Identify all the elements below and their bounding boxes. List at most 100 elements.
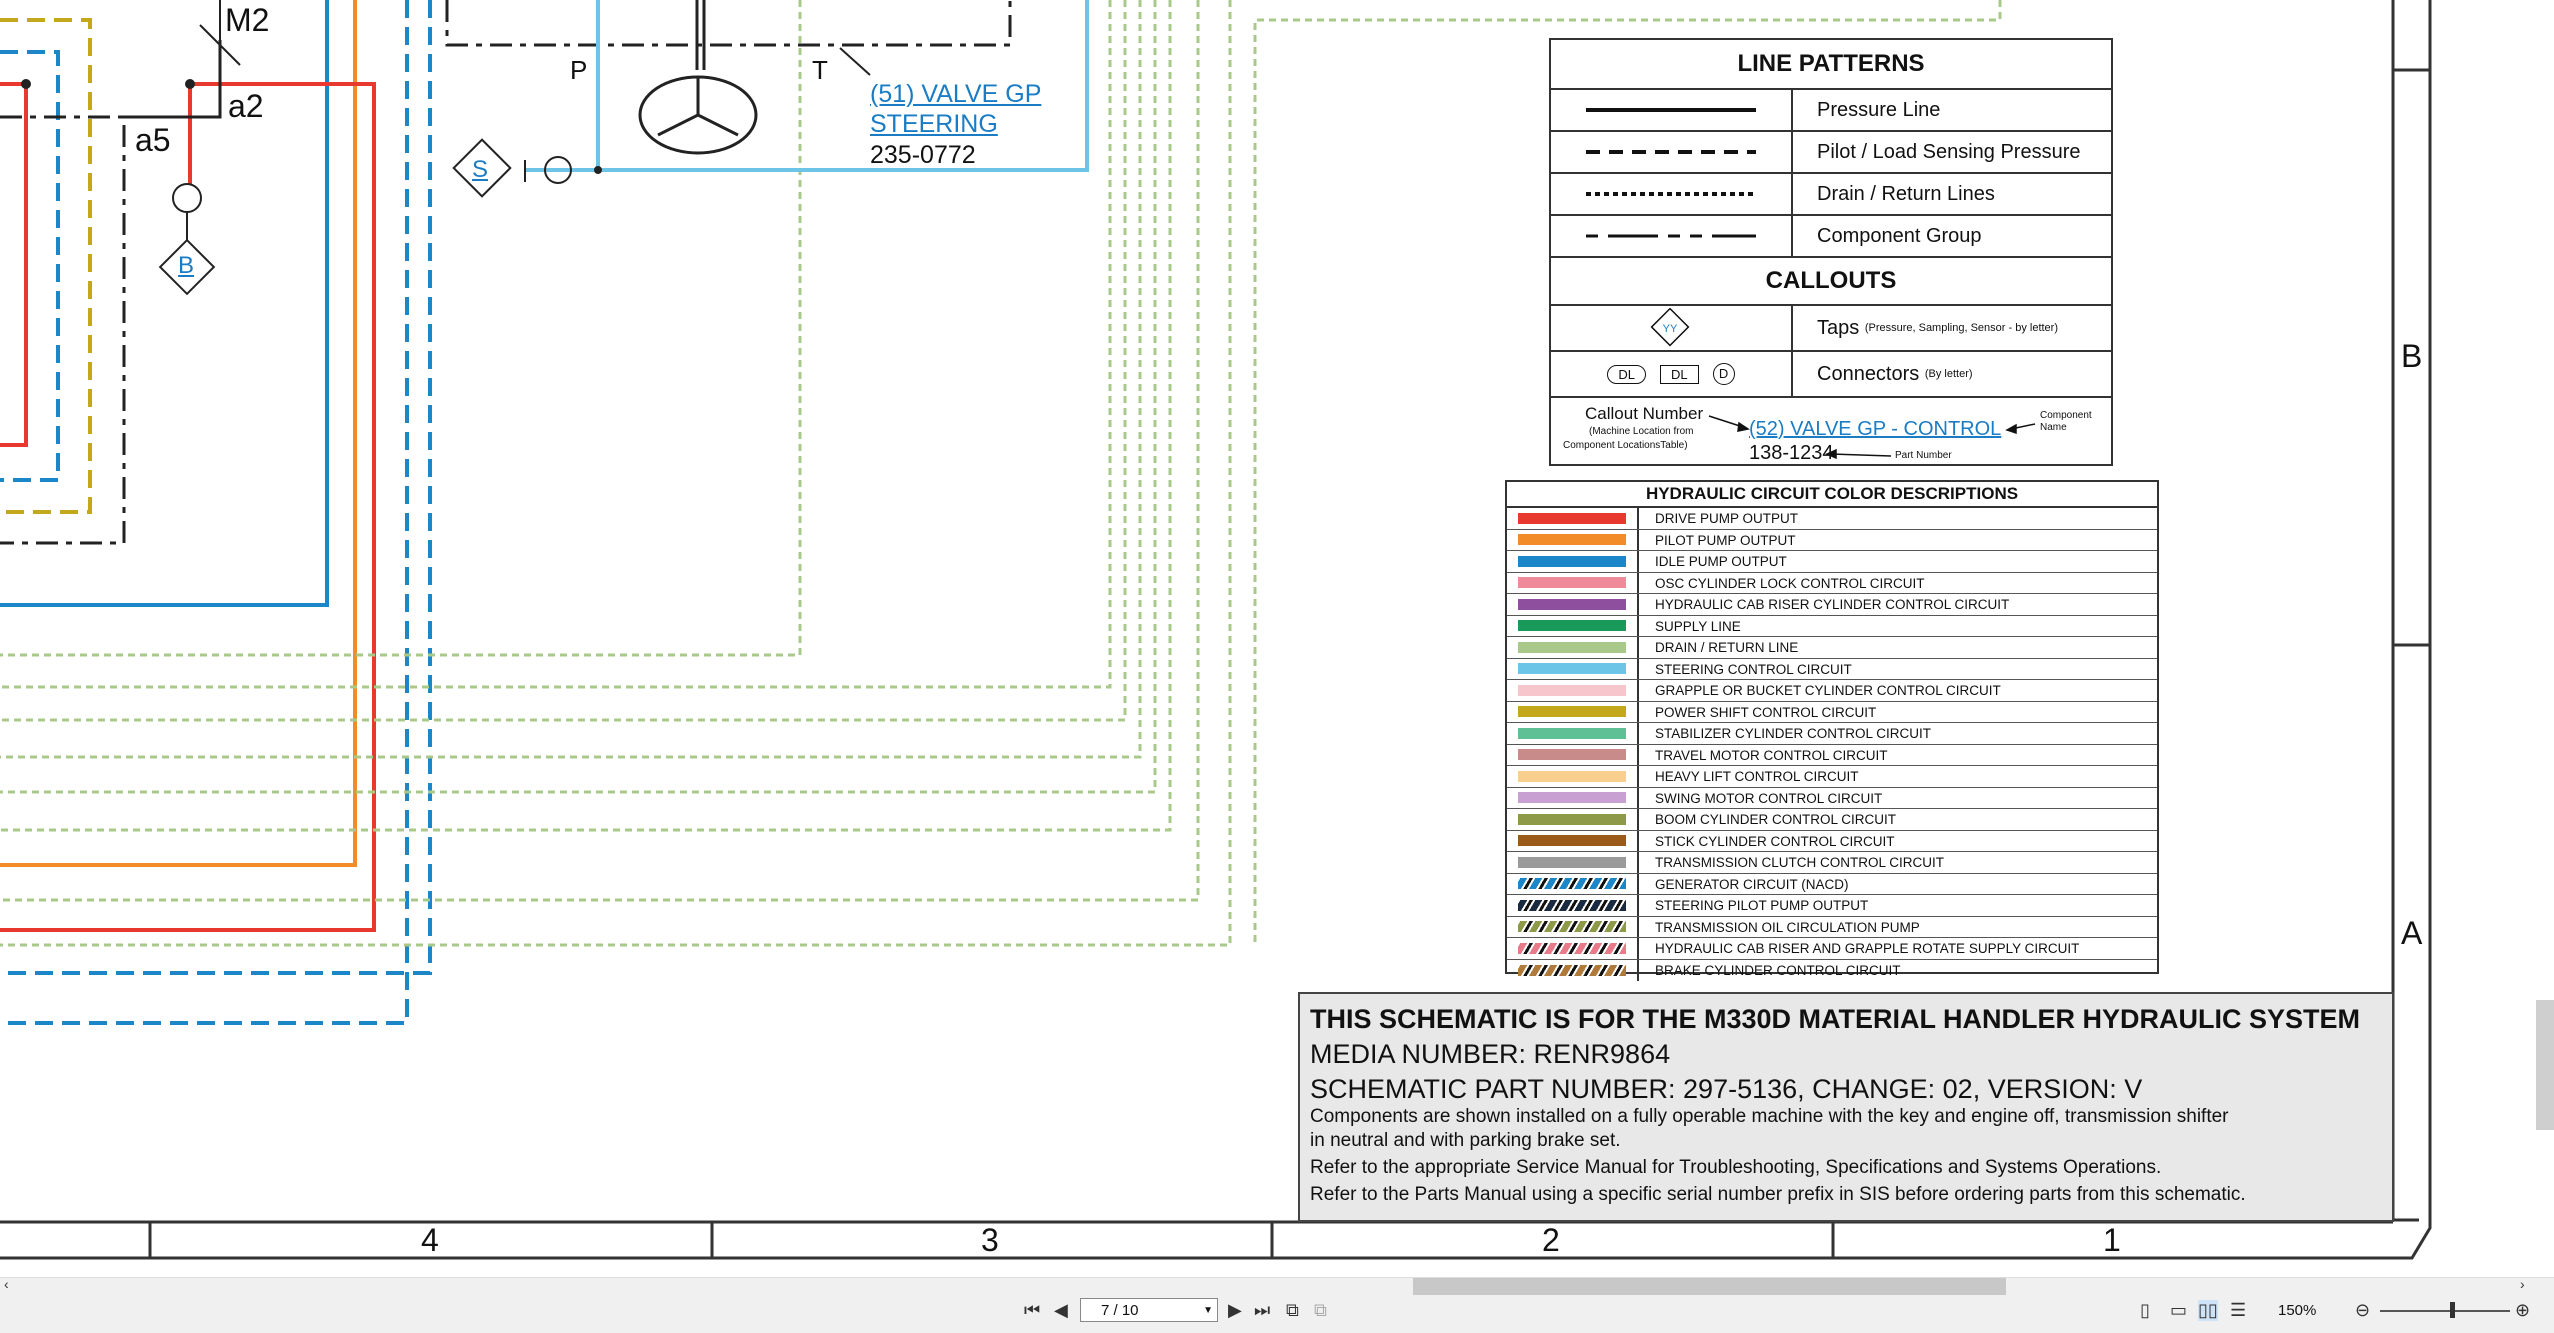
color-swatch <box>1518 792 1626 804</box>
color-label: IDLE PUMP OUTPUT <box>1655 554 1787 569</box>
lp-row-pilot: Pilot / Load Sensing Pressure <box>1551 132 2111 174</box>
color-label: HYDRAULIC CAB RISER CYLINDER CONTROL CIR… <box>1655 597 2010 612</box>
color-row: HYDRAULIC CAB RISER CYLINDER CONTROL CIR… <box>1507 594 2157 616</box>
lp-row-taps: YY Taps (Pressure, Sampling, Sensor - by… <box>1551 306 2111 352</box>
page-number-field[interactable]: 7 / 10 ▼ <box>1080 1298 1218 1322</box>
lp-row-connectors: DL DL D Connectors (By letter) <box>1551 352 2111 398</box>
color-row: OSC CYLINDER LOCK CONTROL CIRCUIT <box>1507 572 2157 594</box>
color-swatch <box>1518 641 1626 653</box>
schematic-title: THIS SCHEMATIC IS FOR THE M330D MATERIAL… <box>1310 1004 2361 1034</box>
color-label: BOOM CYLINDER CONTROL CIRCUIT <box>1655 812 1897 827</box>
title-note: in neutral and with parking brake set. <box>1310 1130 1621 1151</box>
color-label: STEERING CONTROL CIRCUIT <box>1655 661 1852 677</box>
color-label: PILOT PUMP OUTPUT <box>1655 532 1796 548</box>
color-swatch-cell <box>1507 658 1639 679</box>
first-page-icon[interactable]: ⏮ <box>1024 1300 1040 1321</box>
color-label: TRANSMISSION OIL CIRCULATION PUMP <box>1655 919 1920 935</box>
color-label: TRANSMISSION CLUTCH CONTROL CIRCUIT <box>1655 855 1945 870</box>
color-label: GENERATOR CIRCUIT (NACD) <box>1655 876 1849 892</box>
grid-col-4: 4 <box>421 1222 439 1258</box>
drain-line-sample <box>1551 174 1793 214</box>
color-label: DRAIN / RETURN LINE <box>1655 640 1799 655</box>
color-row: STEERING PILOT PUMP OUTPUT <box>1507 895 2157 917</box>
continuous-page-icon[interactable]: ▭ <box>2170 1300 2187 1321</box>
color-row: GRAPPLE OR BUCKET CYLINDER CONTROL CIRCU… <box>1507 680 2157 702</box>
chevron-down-icon[interactable]: ▼ <box>1203 1299 1213 1323</box>
color-row: TRANSMISSION CLUTCH CONTROL CIRCUIT <box>1507 852 2157 874</box>
color-swatch <box>1518 620 1626 632</box>
label-m2: M2 <box>225 2 270 38</box>
vertical-scrollbar-thumb[interactable] <box>2536 1000 2554 1130</box>
color-swatch <box>1518 727 1626 739</box>
zoom-slider-handle[interactable] <box>2450 1302 2455 1318</box>
color-swatch-cell <box>1507 529 1639 550</box>
color-swatch <box>1518 598 1626 610</box>
color-row: PILOT PUMP OUTPUT <box>1507 529 2157 551</box>
zoom-out-icon[interactable]: ⊖ <box>2355 1300 2370 1321</box>
connector-dl-box: DL <box>1660 364 1699 384</box>
scroll-left-icon[interactable]: ‹ <box>4 1276 9 1292</box>
color-swatch <box>1518 835 1626 847</box>
color-row: IDLE PUMP OUTPUT <box>1507 551 2157 573</box>
color-swatch <box>1518 813 1626 825</box>
single-page-icon[interactable]: ▯ <box>2140 1300 2150 1321</box>
facing-page-icon[interactable]: ▯▯ <box>2198 1300 2218 1321</box>
color-swatch <box>1518 856 1626 868</box>
last-page-icon[interactable]: ⏭ <box>1254 1300 1270 1321</box>
tap-b-label[interactable]: B <box>178 252 194 280</box>
color-swatch <box>1518 577 1626 589</box>
color-swatch-cell <box>1507 830 1639 851</box>
m2-symbol <box>21 0 241 89</box>
lp-row-component: Component Group <box>1551 216 2111 258</box>
zoom-in-icon[interactable]: ⊕ <box>2515 1300 2530 1321</box>
color-swatch-cell <box>1507 508 1639 529</box>
forward-view-icon[interactable]: ⧉ <box>1314 1300 1327 1321</box>
color-swatch <box>1518 749 1626 761</box>
valve-callout-link[interactable]: (51) VALVE GP <box>870 80 1041 109</box>
connectors-note: (By letter) <box>1924 368 1973 380</box>
connector-symbols: DL DL D <box>1551 352 1793 396</box>
valve-part-number: 235-0772 <box>870 141 976 169</box>
color-label: STICK CYLINDER CONTROL CIRCUIT <box>1655 833 1895 849</box>
pressure-line-sample <box>1551 90 1793 130</box>
lp-row-drain: Drain / Return Lines <box>1551 174 2111 216</box>
color-row: SUPPLY LINE <box>1507 615 2157 637</box>
valve-callout-link-line2[interactable]: STEERING <box>870 110 998 139</box>
color-swatch-cell <box>1507 701 1639 722</box>
back-view-icon[interactable]: ⧉ <box>1286 1300 1299 1321</box>
horizontal-scrollbar-thumb[interactable] <box>1413 1278 2006 1295</box>
color-label: GRAPPLE OR BUCKET CYLINDER CONTROL CIRCU… <box>1655 683 2001 698</box>
grid-row-a: A <box>2401 915 2423 951</box>
taps-note: (Pressure, Sampling, Sensor - by letter) <box>1864 322 2058 334</box>
lp-label: Drain / Return Lines <box>1817 182 1995 205</box>
color-descriptions-rows: DRIVE PUMP OUTPUT PILOT PUMP OUTPUT IDLE P… <box>1507 508 2157 981</box>
title-block: THIS SCHEMATIC IS FOR THE M330D MATERIAL… <box>1298 992 2394 1222</box>
scroll-right-icon[interactable]: › <box>2520 1276 2525 1292</box>
color-row: DRIVE PUMP OUTPUT <box>1507 508 2157 530</box>
label-a5: a5 <box>135 122 171 158</box>
color-swatch <box>1518 706 1626 718</box>
zoom-level[interactable]: 150% <box>2278 1302 2316 1319</box>
media-number: MEDIA NUMBER: RENR9864 <box>1310 1039 1671 1069</box>
continuous-facing-icon[interactable]: ☰ <box>2230 1300 2246 1321</box>
tap-s-label[interactable]: S <box>472 156 488 184</box>
next-page-icon[interactable]: ▶ <box>1228 1300 1242 1321</box>
color-label: SWING MOTOR CONTROL CIRCUIT <box>1655 790 1883 806</box>
line-patterns-legend: LINE PATTERNS Pressure Line Pilot / Load… <box>1549 38 2113 466</box>
label-t: T <box>812 55 828 85</box>
zoom-slider[interactable] <box>2380 1310 2510 1312</box>
color-swatch <box>1518 964 1626 976</box>
color-label: TRAVEL MOTOR CONTROL CIRCUIT <box>1655 747 1888 763</box>
color-row: BRAKE CYLINDER CONTROL CIRCUIT <box>1507 959 2157 981</box>
color-swatch <box>1518 512 1626 524</box>
color-swatch-cell <box>1507 787 1639 808</box>
color-swatch-cell <box>1507 680 1639 701</box>
color-row: DRAIN / RETURN LINE <box>1507 637 2157 659</box>
color-swatch <box>1518 770 1626 782</box>
color-swatch-cell <box>1507 938 1639 959</box>
previous-page-icon[interactable]: ◀ <box>1054 1300 1068 1321</box>
grid-col-2: 2 <box>1542 1222 1560 1258</box>
tap-symbol-text: YY <box>1663 323 1678 335</box>
color-row: STABILIZER CYLINDER CONTROL CIRCUIT <box>1507 723 2157 745</box>
component-group-sample <box>1551 216 1793 256</box>
